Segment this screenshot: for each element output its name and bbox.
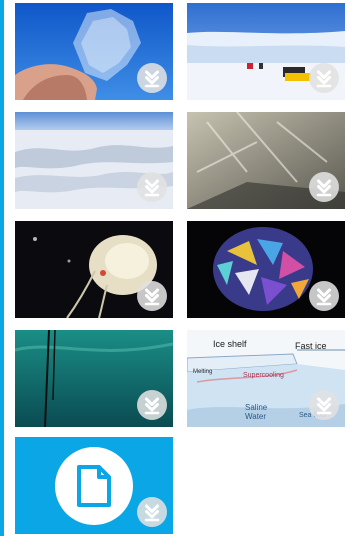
tile-snow-sastrugi[interactable]	[15, 112, 173, 209]
download-icon	[144, 504, 160, 522]
label-ice-shelf: Ice shelf	[213, 339, 247, 349]
accent-bar	[0, 0, 4, 536]
tile-ice-crystal-hand[interactable]	[15, 3, 173, 100]
file-icon	[77, 465, 111, 507]
download-button[interactable]	[309, 63, 339, 93]
tile-ice-shelf-diagram[interactable]: Ice shelf Fast ice Melting Supercooling …	[187, 330, 345, 427]
download-button[interactable]	[137, 281, 167, 311]
label-fast-ice: Fast ice	[295, 341, 327, 351]
tile-ice-crystals-polarized[interactable]	[187, 221, 345, 318]
tile-underwater-ice[interactable]	[15, 330, 173, 427]
tile-file-placeholder[interactable]	[15, 437, 173, 534]
tile-sea-ice-close-up[interactable]	[187, 112, 345, 209]
download-icon	[144, 397, 160, 415]
download-icon	[316, 288, 332, 306]
tile-ice-shelf-snowmobiles[interactable]	[187, 3, 345, 100]
download-icon	[144, 288, 160, 306]
download-icon	[144, 70, 160, 88]
download-icon	[316, 70, 332, 88]
download-button[interactable]	[137, 390, 167, 420]
download-button[interactable]	[309, 281, 339, 311]
download-button[interactable]	[309, 172, 339, 202]
label-supercooling: Supercooling	[243, 372, 284, 379]
label-saline-water: Saline Water	[245, 403, 268, 421]
download-icon	[316, 397, 332, 415]
download-button[interactable]	[137, 172, 167, 202]
download-icon	[316, 179, 332, 197]
download-button[interactable]	[309, 390, 339, 420]
file-icon-circle	[55, 447, 133, 525]
tile-jellyfish-creature[interactable]	[15, 221, 173, 318]
label-melting: Melting	[193, 369, 213, 375]
download-button[interactable]	[137, 63, 167, 93]
download-icon	[144, 179, 160, 197]
download-button[interactable]	[137, 497, 167, 527]
